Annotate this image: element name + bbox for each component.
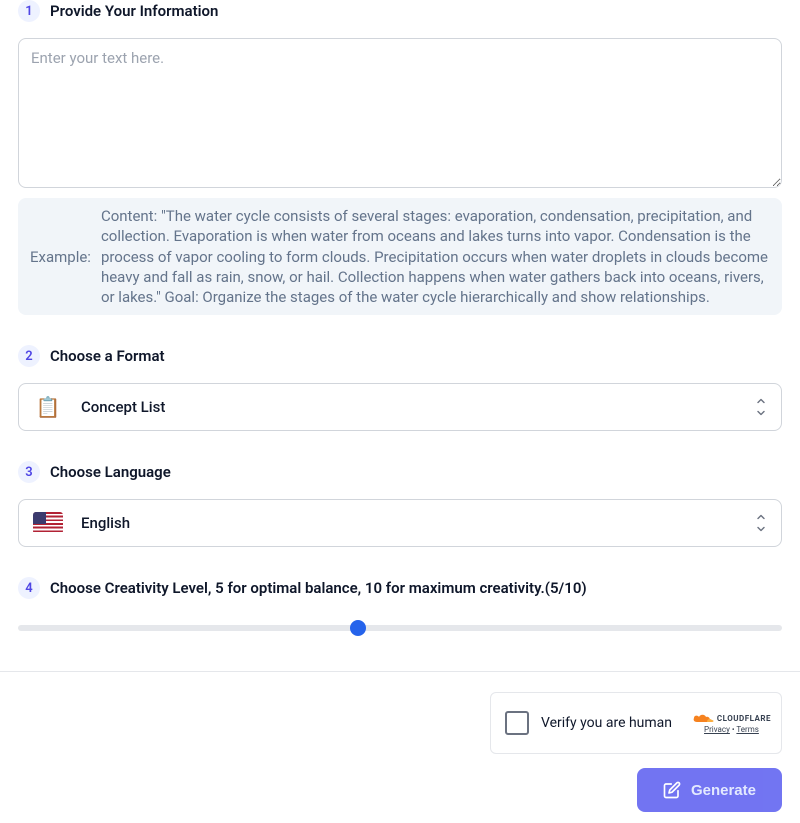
step-badge-3: 3 — [18, 461, 40, 483]
step-badge-2: 2 — [18, 345, 40, 367]
cloudflare-branding: CLOUDFLARE Privacy • Terms — [692, 712, 771, 734]
captcha-text: Verify you are human — [541, 715, 680, 731]
step-3-header: 3 Choose Language — [18, 461, 782, 483]
cloudflare-privacy-link[interactable]: Privacy — [704, 725, 730, 734]
chevron-up-down-icon — [755, 395, 767, 419]
chevron-up-down-icon — [755, 511, 767, 535]
creativity-slider-wrap — [18, 615, 782, 641]
example-text: Content: "The water cycle consists of se… — [101, 206, 770, 307]
edit-icon — [663, 781, 681, 799]
step-2-section: 2 Choose a Format 📋 Concept List — [0, 345, 800, 431]
step-4-title: Choose Creativity Level, 5 for optimal b… — [50, 579, 587, 597]
step-1-title: Provide Your Information — [50, 2, 218, 20]
us-flag-icon — [33, 512, 63, 534]
step-2-header: 2 Choose a Format — [18, 345, 782, 367]
step-4-header: 4 Choose Creativity Level, 5 for optimal… — [18, 577, 782, 599]
generate-button-label: Generate — [691, 782, 756, 799]
step-1-section: 1 Provide Your Information Example: Cont… — [0, 0, 800, 315]
step-2-title: Choose a Format — [50, 347, 165, 365]
format-select[interactable]: 📋 Concept List — [18, 383, 782, 431]
footer: Verify you are human CLOUDFLARE Privacy … — [0, 672, 800, 812]
format-selected-label: Concept List — [81, 398, 737, 416]
step-3-section: 3 Choose Language English — [0, 461, 800, 547]
creativity-slider-thumb[interactable] — [350, 620, 366, 636]
step-badge-1: 1 — [18, 0, 40, 22]
cloudflare-icon — [692, 712, 714, 724]
creativity-slider[interactable] — [18, 625, 782, 631]
captcha-widget: Verify you are human CLOUDFLARE Privacy … — [490, 692, 782, 754]
cloudflare-links: Privacy • Terms — [704, 725, 759, 734]
step-3-title: Choose Language — [50, 463, 171, 481]
language-select[interactable]: English — [18, 499, 782, 547]
step-4-section: 4 Choose Creativity Level, 5 for optimal… — [0, 577, 800, 641]
step-1-header: 1 Provide Your Information — [18, 0, 782, 22]
example-label: Example: — [30, 247, 91, 267]
generate-button[interactable]: Generate — [637, 768, 782, 812]
step-badge-4: 4 — [18, 577, 40, 599]
cloudflare-terms-link[interactable]: Terms — [736, 725, 758, 734]
information-textarea[interactable] — [18, 38, 782, 188]
cloudflare-brand-text: CLOUDFLARE — [717, 714, 771, 723]
example-box: Example: Content: "The water cycle consi… — [18, 198, 782, 315]
language-selected-label: English — [81, 514, 737, 532]
captcha-checkbox[interactable] — [505, 711, 529, 735]
clipboard-icon: 📋 — [33, 395, 63, 419]
